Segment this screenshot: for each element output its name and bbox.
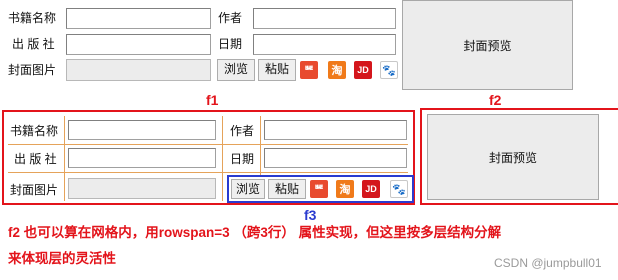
author-label: 作者 [218,11,243,25]
date-input-diagram[interactable] [264,148,407,168]
author-input-diagram[interactable] [264,120,407,140]
grid-line [64,116,65,201]
baidu-paw-icon[interactable]: 🐾 [380,61,398,79]
cover-preview-text: 封面预览 [463,38,512,53]
jd-icon-diagram[interactable]: JD [362,180,380,198]
publisher-label: 出 版 社 [12,37,55,51]
paste-button[interactable]: 粘贴 [258,59,296,81]
cover-preview-panel-diagram: 封面预览 [427,114,599,200]
author-label-diagram: 作者 [230,124,255,138]
baidu-paw-icon-diagram[interactable]: 🐾 [390,180,408,198]
publisher-label-diagram: 出 版 社 [14,152,57,166]
paste-button-diagram[interactable]: 粘贴 [268,179,306,199]
cover-image-label-diagram: 封面图片 [10,183,59,197]
note-line-2: 来体现层的灵活性 [8,251,116,266]
f3-label: f3 [304,207,317,223]
jd-icon[interactable]: JD [354,61,372,79]
book-name-input[interactable] [66,8,211,29]
date-input[interactable] [253,34,396,55]
book-name-label-diagram: 书籍名称 [10,124,59,138]
date-label: 日期 [218,37,243,51]
cover-image-path-field-diagram [68,178,216,199]
cover-preview-panel: 封面预览 [402,0,573,90]
cover-image-path-field [66,59,211,81]
top-form: 书籍名称 作者 出 版 社 日期 封面图片 浏览 粘贴 ꥲ 淘 JD 🐾 封面预… [0,0,618,92]
cover-preview-text-diagram: 封面预览 [488,150,537,165]
icon-1-icon-diagram[interactable]: ꥲ [310,180,328,198]
publisher-input-diagram[interactable] [68,148,216,168]
taobao-icon[interactable]: 淘 [328,61,346,79]
f2-label: f2 [489,92,502,108]
author-input[interactable] [253,8,396,29]
grid-line [8,144,408,145]
icon-1-icon[interactable]: ꥲ [300,61,318,79]
taobao-icon-diagram[interactable]: 淘 [336,180,354,198]
watermark: CSDN @jumpbull01 [494,256,602,270]
date-label-diagram: 日期 [230,152,255,166]
book-name-input-diagram[interactable] [68,120,216,140]
note-line-1: f2 也可以算在网格内，用rowspan=3 （跨3行） 属性实现，但这里按多层… [8,225,502,240]
grid-line [260,116,261,176]
browse-button[interactable]: 浏览 [217,59,255,81]
book-name-label: 书籍名称 [8,11,57,25]
grid-line [8,172,408,173]
f1-label: f1 [206,92,219,108]
browse-button-diagram[interactable]: 浏览 [231,179,265,199]
publisher-input[interactable] [66,34,211,55]
cover-image-label: 封面图片 [8,63,57,77]
grid-line [222,116,223,201]
